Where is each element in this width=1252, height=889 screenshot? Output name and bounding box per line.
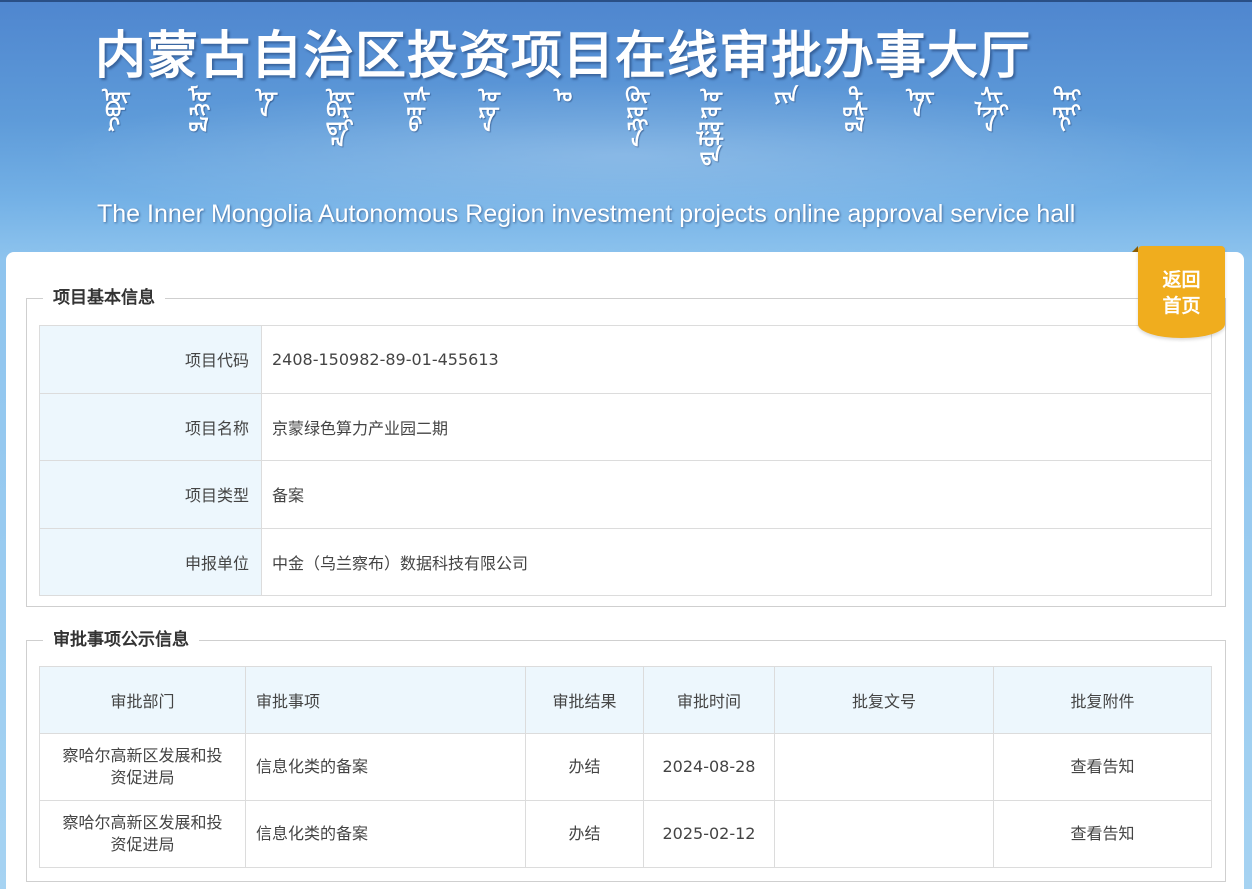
table-row: 项目名称 京蒙绿色算力产业园二期	[39, 392, 1212, 461]
field-value: 2408-150982-89-01-455613	[261, 325, 1212, 394]
table-row: 申报单位 中金（乌兰察布）数据科技有限公司	[39, 527, 1212, 596]
mongolian-word: ᠥᠪᠡᠷᠲᠡᠭᠡᠨ	[326, 83, 354, 152]
mongolian-word: ᠳᠡᠭᠡᠷᠡᠬᠢ	[1053, 83, 1079, 137]
basic-info-section: 项目基本信息 项目代码 2408-150982-89-01-455613 项目名…	[26, 287, 1226, 607]
table-row: 项目类型 备案	[39, 460, 1212, 529]
field-value: 备案	[261, 460, 1212, 529]
dept-cell: 察哈尔高新区发展和投 资促进局	[39, 800, 246, 868]
basic-info-legend: 项目基本信息	[43, 287, 165, 309]
table-row: 察哈尔高新区发展和投 资促进局 信息化类的备案 办结 2025-02-12 查看告…	[39, 800, 1212, 868]
attachment-cell: 查看告知	[993, 733, 1212, 801]
view-notice-link[interactable]: 查看告知	[1070, 824, 1134, 843]
header-banner: 内蒙古自治区投资项目在线审批办事大厅 ᠥᠪᠦᠷ ᠮᠣᠩᠭᠣᠯ ᠤᠨ ᠥᠪᠡᠷᠲᠡ…	[0, 0, 1252, 248]
dept-line: 察哈尔高新区发展和投	[62, 813, 223, 832]
site-title-chinese: 内蒙古自治区投资项目在线审批办事大厅	[95, 26, 1032, 86]
mongolian-word: ᠬᠥᠷᠥᠩᠭᠡ	[625, 83, 649, 152]
field-label: 项目名称	[39, 392, 262, 461]
mongolian-word: ᠰᠢᠯᠵᠡᠭᠡ	[978, 83, 1007, 137]
dept-line: 察哈尔高新区发展和投	[62, 746, 223, 765]
basic-info-table: 项目代码 2408-150982-89-01-455613 项目名称 京蒙绿色算…	[39, 325, 1212, 596]
approval-info-section: 审批事项公示信息 审批部门 审批事项 审批结果 审批时间 批复文号 批复附件 察…	[26, 629, 1226, 882]
column-header-dept: 审批部门	[39, 666, 246, 734]
mongolian-word: ᠣᠷᠣᠭᠤᠯᠤᠯᠲᠠ	[699, 83, 723, 167]
mongolian-word: ᠥᠪᠦᠷ	[102, 83, 130, 137]
mongolian-word: ᠲᠥᠰᠥᠯ	[843, 83, 867, 137]
dept-cell: 察哈尔高新区发展和投 资促进局	[39, 733, 246, 801]
table-header-row: 审批部门 审批事项 审批结果 审批时间 批复文号 批复附件	[39, 666, 1212, 734]
ribbon-fold	[1132, 246, 1138, 252]
content-panel: 项目基本信息 项目代码 2408-150982-89-01-455613 项目名…	[6, 252, 1244, 889]
field-label: 项目代码	[39, 325, 262, 394]
mongolian-word: ᠣᠷᠣᠨ	[478, 83, 500, 137]
site-title-mongolian: ᠥᠪᠦᠷ ᠮᠣᠩᠭᠣᠯ ᠤᠨ ᠥᠪᠡᠷᠲᠡᠭᠡᠨ ᠵᠠᠰᠠᠬᠤ ᠣᠷᠣᠨ ᠤ ᠬ…	[98, 83, 1158, 200]
column-header-attachment: 批复附件	[993, 666, 1212, 734]
mongolian-word: ᠤᠨ	[255, 83, 277, 122]
approval-table: 审批部门 审批事项 审批结果 审批时间 批复文号 批复附件 察哈尔高新区发展和投…	[39, 666, 1212, 868]
attachment-cell: 查看告知	[993, 800, 1212, 868]
field-label: 申报单位	[39, 527, 262, 596]
column-header-date: 审批时间	[643, 666, 775, 734]
result-cell: 办结	[525, 733, 644, 801]
table-row: 项目代码 2408-150982-89-01-455613	[39, 325, 1212, 394]
dept-line: 资促进局	[110, 768, 175, 787]
view-notice-link[interactable]: 查看告知	[1070, 757, 1134, 776]
back-button-line: 返回	[1162, 269, 1201, 291]
field-value: 京蒙绿色算力产业园二期	[261, 392, 1212, 461]
site-title-english: The Inner Mongolia Autonomous Region inv…	[97, 200, 1076, 228]
mongolian-word: ᠮᠣᠩᠭᠣᠯ	[188, 83, 210, 137]
mongolian-word: ᠶᠢᠨ	[773, 83, 799, 107]
back-button-line: 首页	[1162, 295, 1201, 317]
doc-no-cell	[774, 733, 994, 801]
date-cell: 2025-02-12	[643, 800, 775, 868]
item-cell: 信息化类的备案	[245, 733, 526, 801]
field-label: 项目类型	[39, 460, 262, 529]
mongolian-word: ᠤ	[553, 83, 573, 107]
date-cell: 2024-08-28	[643, 733, 775, 801]
mongolian-word: ᠵᠠᠰᠠᠬᠤ	[403, 83, 429, 137]
table-row: 察哈尔高新区发展和投 资促进局 信息化类的备案 办结 2024-08-28 查看告…	[39, 733, 1212, 801]
approval-info-legend: 审批事项公示信息	[43, 629, 199, 651]
result-cell: 办结	[525, 800, 644, 868]
mongolian-word: ᠦᠨ	[906, 83, 934, 122]
column-header-doc-no: 批复文号	[774, 666, 994, 734]
column-header-result: 审批结果	[525, 666, 644, 734]
item-cell: 信息化类的备案	[245, 800, 526, 868]
back-to-home-button[interactable]: 返回 首页	[1132, 246, 1225, 338]
column-header-item: 审批事项	[245, 666, 526, 734]
doc-no-cell	[774, 800, 994, 868]
dept-line: 资促进局	[110, 835, 175, 854]
field-value: 中金（乌兰察布）数据科技有限公司	[261, 527, 1212, 596]
